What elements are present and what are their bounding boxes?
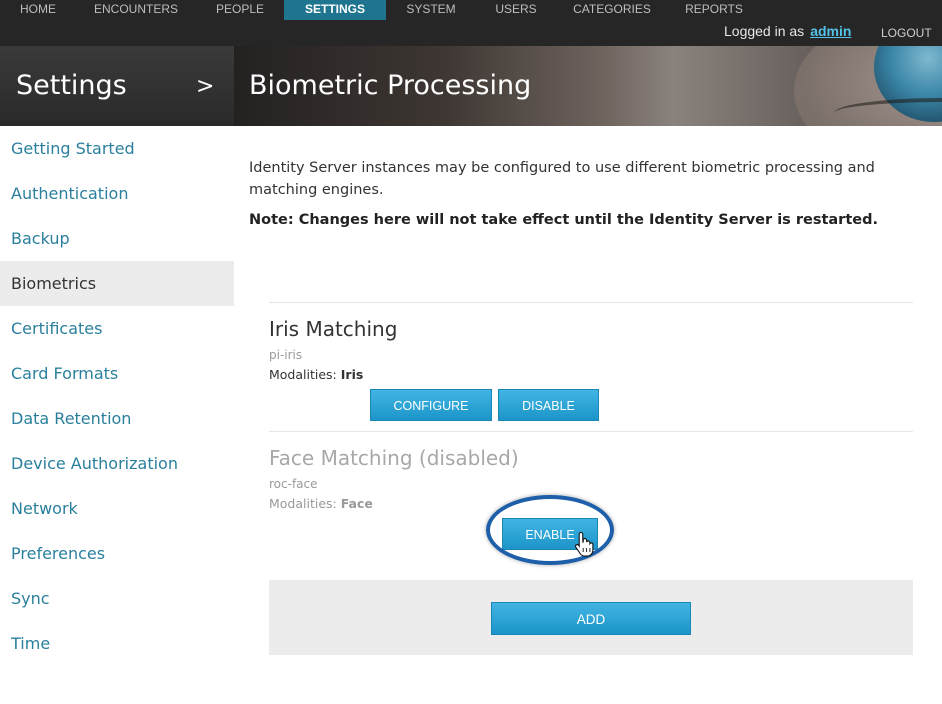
nav-reports[interactable]: REPORTS [668, 0, 760, 20]
sidebar-item-certificates[interactable]: Certificates [0, 306, 234, 351]
sidebar-item-authentication[interactable]: Authentication [0, 171, 234, 216]
header-banner: Biometric Processing [234, 46, 942, 126]
engine-id: roc-face [269, 477, 318, 491]
settings-sidebar: Getting Started Authentication Backup Bi… [0, 126, 234, 666]
top-nav-bar: HOME ENCOUNTERS PEOPLE SETTINGS SYSTEM U… [0, 0, 942, 46]
login-status: Logged in as admin [724, 23, 851, 39]
engine-modalities: Modalities: Iris [269, 367, 363, 382]
engine-title: Face Matching (disabled) [269, 446, 519, 470]
sidebar-item-time[interactable]: Time [0, 621, 234, 666]
sidebar-item-biometrics[interactable]: Biometrics [0, 261, 234, 306]
section-title: Settings [16, 70, 127, 101]
page-header: Settings > Biometric Processing [0, 46, 942, 126]
sidebar-item-sync[interactable]: Sync [0, 576, 234, 621]
sidebar-item-getting-started[interactable]: Getting Started [0, 126, 234, 171]
sidebar-item-backup[interactable]: Backup [0, 216, 234, 261]
sidebar-item-device-authorization[interactable]: Device Authorization [0, 441, 234, 486]
nav-home[interactable]: HOME [0, 0, 76, 20]
modalities-label: Modalities: [269, 367, 337, 382]
page-title: Biometric Processing [249, 70, 532, 101]
add-engine-panel: ADD [269, 580, 913, 655]
logout-link[interactable]: LOGOUT [881, 26, 932, 40]
sidebar-item-card-formats[interactable]: Card Formats [0, 351, 234, 396]
username-link[interactable]: admin [810, 23, 851, 39]
main-menu: HOME ENCOUNTERS PEOPLE SETTINGS SYSTEM U… [0, 0, 760, 20]
nav-people[interactable]: PEOPLE [196, 0, 284, 20]
nav-settings[interactable]: SETTINGS [284, 0, 386, 20]
add-button[interactable]: ADD [491, 602, 691, 635]
sidebar-item-data-retention[interactable]: Data Retention [0, 396, 234, 441]
modalities-value: Face [340, 496, 373, 511]
sidebar-item-preferences[interactable]: Preferences [0, 531, 234, 576]
engine-id: pi-iris [269, 348, 303, 362]
configure-button[interactable]: CONFIGURE [370, 389, 492, 421]
engine-iris-matching: Iris Matching pi-iris Modalities: Iris C… [269, 302, 913, 431]
intro-text: Identity Server instances may be configu… [249, 160, 875, 198]
restart-note: Note: Changes here will not take effect … [249, 212, 878, 228]
login-prefix: Logged in as [724, 23, 805, 39]
hand-pointer-icon [574, 531, 594, 557]
engine-title: Iris Matching [269, 317, 398, 341]
nav-users[interactable]: USERS [476, 0, 556, 20]
modalities-value: Iris [340, 367, 364, 382]
engine-modalities: Modalities: Face [269, 496, 373, 511]
breadcrumb-separator: > [196, 74, 215, 99]
nav-encounters[interactable]: ENCOUNTERS [76, 0, 196, 20]
nav-categories[interactable]: CATEGORIES [556, 0, 668, 20]
header-section: Settings > [0, 46, 234, 126]
modalities-label: Modalities: [269, 496, 337, 511]
disable-button[interactable]: DISABLE [498, 389, 599, 421]
sidebar-item-network[interactable]: Network [0, 486, 234, 531]
nav-system[interactable]: SYSTEM [386, 0, 476, 20]
